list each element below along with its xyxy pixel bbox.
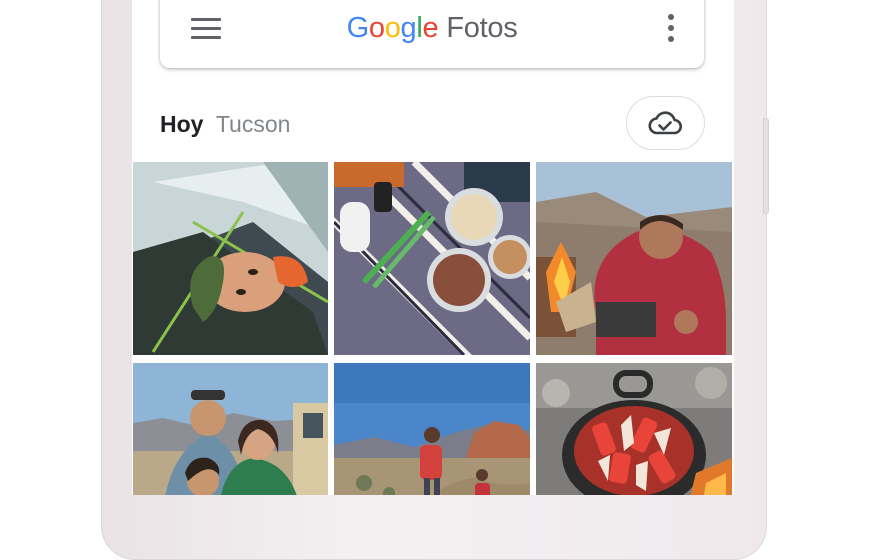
photo-thumbnail-camp-food[interactable] [334, 162, 530, 355]
product-name: Fotos [446, 12, 518, 44]
photo-image [334, 162, 530, 355]
backup-button[interactable] [626, 96, 705, 150]
date-label: Hoy [160, 111, 204, 137]
photo-thumbnail-family-selfie[interactable] [133, 363, 328, 495]
logo-letter: o [384, 12, 401, 44]
phone-screen: Google Fotos Hoy Tucson [132, 0, 734, 495]
logo-letter: e [422, 12, 439, 44]
photo-thumbnail-man-cooking[interactable] [536, 162, 732, 355]
photo-thumbnail-dutch-oven[interactable] [536, 363, 732, 495]
phone-side-button [763, 118, 769, 214]
photo-image [133, 162, 328, 355]
logo-letter: G [346, 12, 370, 44]
logo-letter: o [368, 12, 385, 44]
date-header: Hoy Tucson [160, 110, 290, 138]
photo-image [536, 363, 732, 495]
photo-thumbnail-hikers[interactable] [334, 363, 530, 495]
photo-thumbnail-child-in-tent[interactable] [133, 162, 328, 355]
photo-image [133, 363, 328, 495]
top-app-bar: Google Fotos [160, 0, 704, 68]
app-logo: Google Fotos [160, 11, 704, 45]
location-label[interactable]: Tucson [216, 111, 291, 137]
cloud-done-icon [648, 111, 683, 135]
photo-image [334, 363, 530, 495]
photo-image [536, 162, 732, 355]
more-vert-icon[interactable] [664, 14, 678, 44]
logo-letter: g [400, 12, 417, 44]
